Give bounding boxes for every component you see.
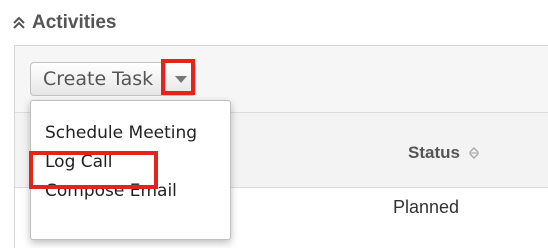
column-header-label: Status [408, 143, 460, 162]
table-cell-status: Planned [393, 197, 460, 217]
menu-item-schedule-meeting[interactable]: Schedule Meeting [31, 119, 230, 148]
caret-down-icon [174, 75, 187, 83]
activities-panel-header[interactable]: Activities [12, 12, 116, 34]
column-header-status[interactable]: Status [408, 143, 480, 163]
create-task-button[interactable]: Create Task [30, 62, 167, 96]
double-chevron-up-icon[interactable] [12, 16, 26, 30]
create-task-dropdown-toggle[interactable] [161, 59, 197, 96]
panel-title: Activities [32, 12, 117, 33]
create-task-dropdown-menu: Schedule Meeting Log Call Compose Email [30, 100, 231, 240]
sort-icon[interactable] [468, 146, 480, 160]
menu-item-compose-email[interactable]: Compose Email [31, 177, 230, 206]
menu-item-log-call[interactable]: Log Call [31, 148, 230, 177]
create-task-button-group: Create Task [30, 59, 197, 96]
